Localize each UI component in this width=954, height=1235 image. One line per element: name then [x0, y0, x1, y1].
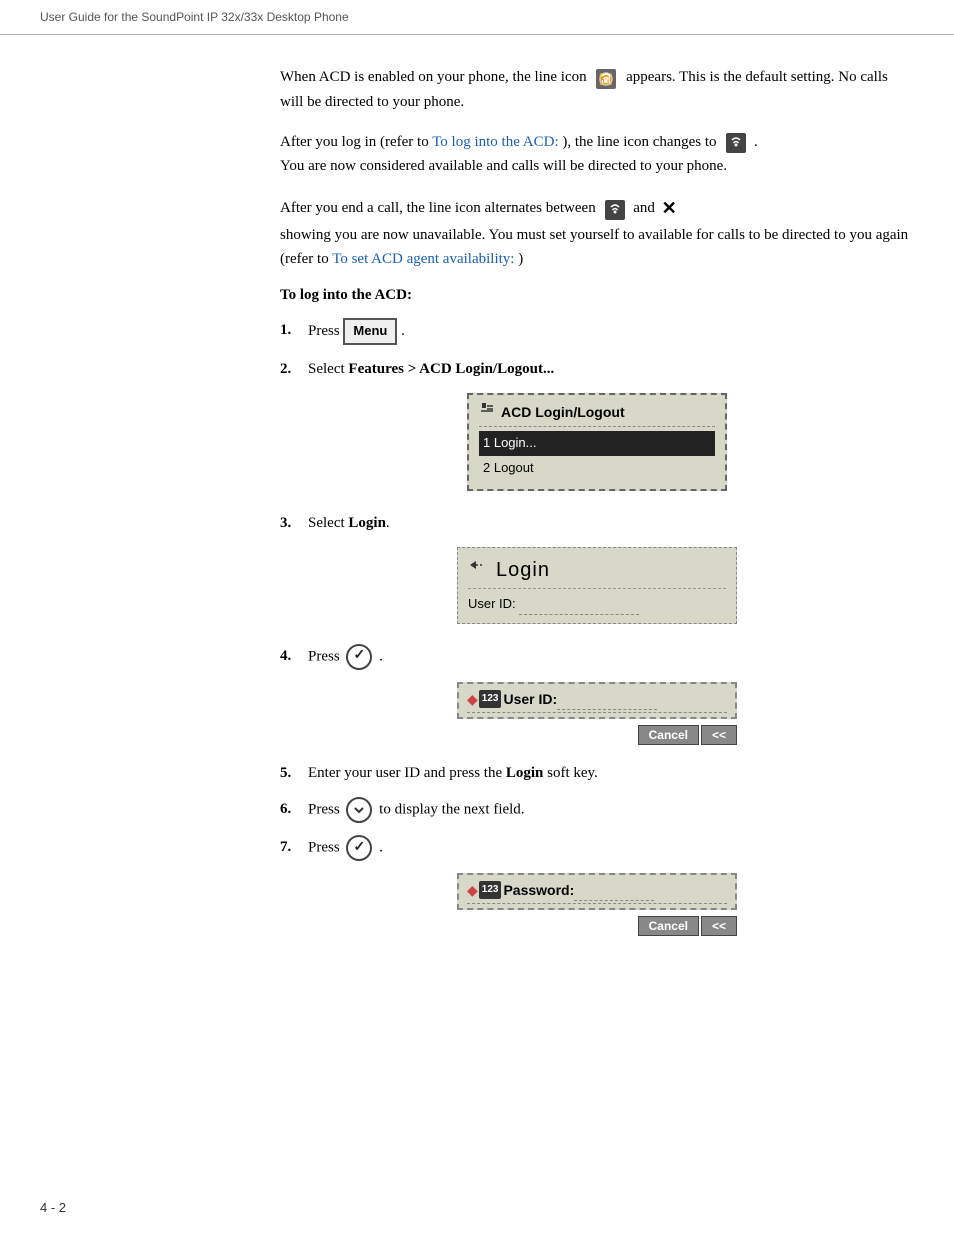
- userid-input-screen-step: ◆ 123 User ID: Cancel <<: [280, 682, 914, 745]
- back-button-1[interactable]: <<: [701, 725, 737, 745]
- cancel-button-1[interactable]: Cancel: [638, 725, 699, 745]
- step-list: 1. Press Menu . 2. Select Features > ACD…: [280, 318, 914, 936]
- login-userid-field: User ID:: [468, 593, 726, 615]
- acd-menu-item-logout[interactable]: 2 Logout: [479, 456, 715, 481]
- step-2-instruction: Features > ACD Login/Logout...: [348, 361, 554, 377]
- main-content: When ACD is enabled on your phone, the l…: [0, 35, 954, 992]
- login-screen: Login User ID:: [457, 547, 737, 624]
- link-log-into-acd[interactable]: To log into the ACD:: [432, 134, 558, 150]
- step-2: 2. Select Features > ACD Login/Logout...: [280, 357, 914, 381]
- header-text: User Guide for the SoundPoint IP 32x/33x…: [40, 10, 349, 24]
- step-7: 7. Press ✓ .: [280, 835, 914, 861]
- pwd-diamond-icon: ◆: [467, 879, 478, 901]
- softkey-bar-2: Cancel <<: [457, 916, 737, 936]
- login-screen-step: Login User ID:: [280, 547, 914, 624]
- paragraph-3: After you end a call, the line icon alte…: [280, 194, 914, 271]
- login-title: Login: [468, 554, 726, 589]
- step-3-instruction: Login: [348, 515, 386, 531]
- step-6: 6. Press to display the next field.: [280, 797, 914, 823]
- uid-diamond-icon: ◆: [467, 688, 478, 710]
- back-button-2[interactable]: <<: [701, 916, 737, 936]
- uid-123-label: 123: [479, 690, 502, 708]
- line-icon-alt1: [602, 197, 626, 221]
- check-button-2[interactable]: ✓: [346, 835, 372, 861]
- paragraph-1: When ACD is enabled on your phone, the l…: [280, 65, 914, 114]
- step-3: 3. Select Login.: [280, 511, 914, 535]
- page-number: 4 - 2: [40, 1200, 66, 1215]
- uid-row: ◆ 123 User ID:: [467, 688, 727, 713]
- menu-key: Menu: [343, 318, 397, 345]
- acd-menu-screen: ACD Login/Logout 1 Login... 2 Logout: [467, 393, 727, 491]
- step-4: 4. Press ✓ .: [280, 644, 914, 670]
- softkey-bar-1: Cancel <<: [457, 725, 737, 745]
- phone-icon: [479, 401, 495, 423]
- password-input-screen: ◆ 123 Password:: [457, 873, 737, 910]
- userid-input-screen: ◆ 123 User ID:: [457, 682, 737, 719]
- section-heading: To log into the ACD:: [280, 287, 914, 304]
- x-icon: ✕: [662, 194, 677, 223]
- page-header: User Guide for the SoundPoint IP 32x/33x…: [0, 0, 954, 35]
- step-5: 5. Enter your user ID and press the Logi…: [280, 761, 914, 785]
- step-1: 1. Press Menu .: [280, 318, 914, 345]
- link-set-availability[interactable]: To set ACD agent availability:: [332, 251, 514, 267]
- acd-screen-step: ACD Login/Logout 1 Login... 2 Logout: [280, 393, 914, 491]
- acd-menu-title: ACD Login/Logout: [479, 401, 715, 427]
- line-icon-available: [723, 130, 747, 154]
- page-footer: 4 - 2: [40, 1200, 66, 1215]
- paragraph-2: After you log in (refer to To log into t…: [280, 130, 914, 179]
- pwd-123-label: 123: [479, 881, 502, 899]
- down-button[interactable]: [346, 797, 372, 823]
- password-screen-step: ◆ 123 Password: Cancel <<: [280, 873, 914, 936]
- acd-menu-item-login[interactable]: 1 Login...: [479, 431, 715, 456]
- login-softkey-label: Login: [506, 765, 544, 781]
- cancel-button-2[interactable]: Cancel: [638, 916, 699, 936]
- pwd-row: ◆ 123 Password:: [467, 879, 727, 904]
- line-icon-unavailable: 📶: [593, 66, 619, 90]
- check-button[interactable]: ✓: [346, 644, 372, 670]
